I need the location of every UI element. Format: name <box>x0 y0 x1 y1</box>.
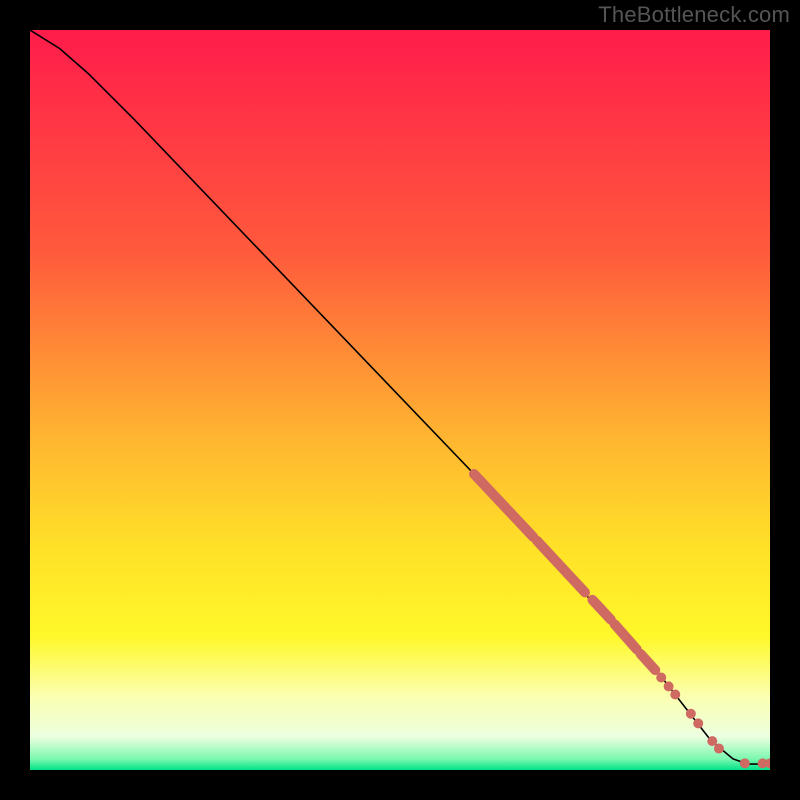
chart-svg <box>30 30 770 770</box>
highlighted-dots-4 <box>693 718 703 728</box>
highlighted-dots-2 <box>670 690 680 700</box>
highlighted-dots-1 <box>664 681 674 691</box>
highlighted-dots-6 <box>714 744 724 754</box>
highlighted-dots-7 <box>740 758 750 768</box>
watermark-text: TheBottleneck.com <box>598 2 790 28</box>
chart-stage: TheBottleneck.com <box>0 0 800 800</box>
gradient-background <box>30 30 770 770</box>
plot-area <box>30 30 770 770</box>
highlighted-dots-0 <box>656 673 666 683</box>
highlighted-dots-3 <box>686 709 696 719</box>
highlighted-dots-5 <box>707 736 717 746</box>
